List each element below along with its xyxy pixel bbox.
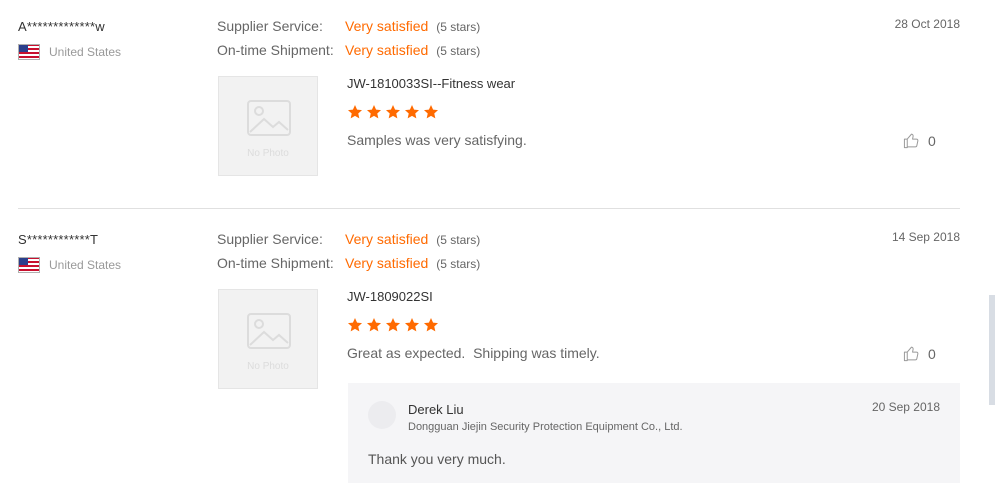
reply-author-name: Derek Liu (408, 402, 464, 417)
thumbs-up-icon (903, 346, 919, 362)
like-count: 0 (928, 345, 936, 362)
review-card: S************T United States Supplier Se… (0, 0, 995, 483)
reply-text: Thank you very much. (368, 451, 506, 467)
star-icon (367, 318, 381, 332)
star-icon (348, 318, 362, 332)
edge-image-fragment (989, 295, 995, 405)
rating-value: Very satisfied (345, 231, 429, 247)
supplier-reply: Derek Liu Dongguan Jiejin Security Prote… (348, 383, 960, 483)
avatar (368, 401, 396, 429)
star-icon (424, 318, 438, 332)
no-photo-icon: No Photo (247, 313, 291, 372)
country-name: United States (49, 258, 122, 272)
no-photo-label: No Photo (247, 361, 289, 372)
review-text: Great as expected. Shipping was timely. (347, 345, 600, 361)
us-flag-icon (18, 257, 40, 273)
buyer-country: United States (18, 257, 121, 273)
like-button[interactable]: 0 (903, 345, 936, 362)
buyer-name: S************T (18, 232, 99, 247)
supplier-service-rating: Supplier Service: Very satisfied (5 stars) (217, 231, 480, 247)
product-photo-placeholder[interactable]: No Photo (218, 289, 318, 389)
reply-date: 20 Sep 2018 (871, 400, 940, 414)
rating-value: Very satisfied (345, 255, 429, 271)
rating-star-count: (5 stars) (436, 257, 481, 271)
rating-label: Supplier Service: (217, 231, 323, 247)
product-title: JW-1809022SI (347, 289, 433, 304)
star-rating (347, 317, 439, 333)
review-date: 14 Sep 2018 (891, 230, 960, 244)
star-icon (386, 318, 400, 332)
reply-company-name[interactable]: Dongguan Jiejin Security Protection Equi… (408, 421, 683, 433)
rating-star-count: (5 stars) (436, 233, 481, 247)
rating-label: On-time Shipment: (217, 255, 334, 271)
star-icon (405, 318, 419, 332)
shipment-rating: On-time Shipment: Very satisfied (5 stars) (217, 255, 480, 271)
